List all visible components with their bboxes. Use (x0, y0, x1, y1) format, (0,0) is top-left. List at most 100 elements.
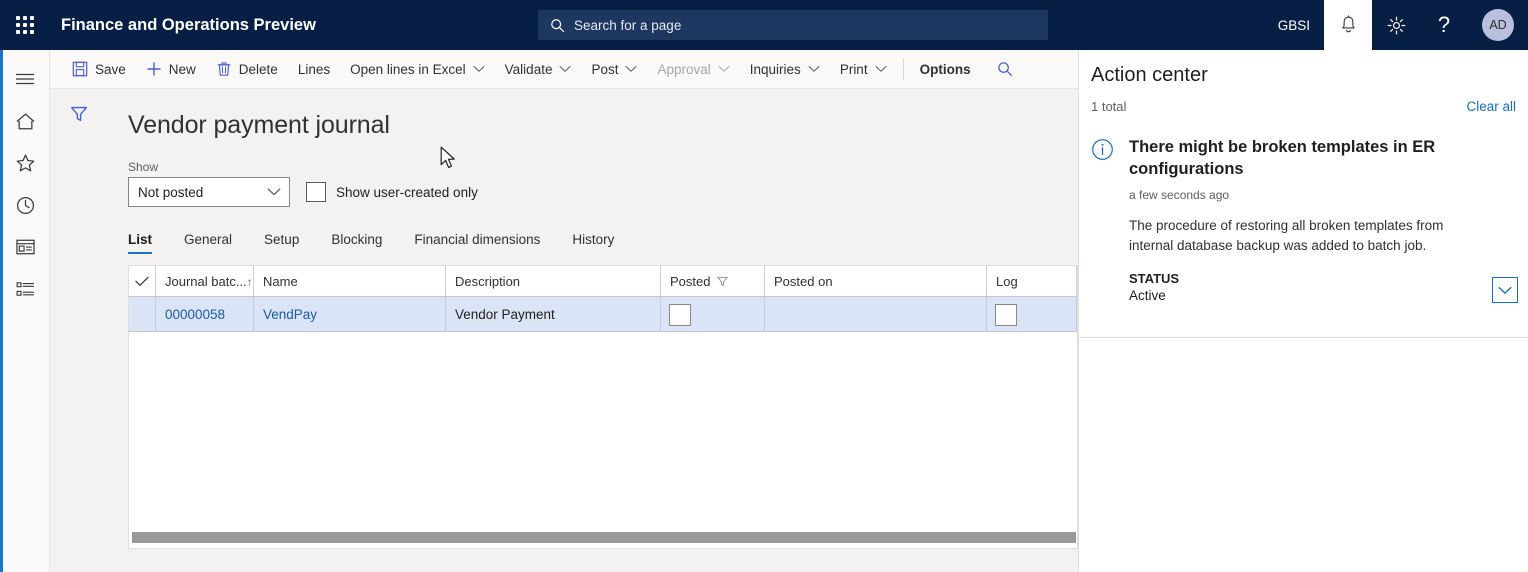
chevron-down-icon[interactable] (1492, 277, 1518, 304)
list-icon[interactable] (0, 268, 50, 310)
command-label: Approval (657, 61, 711, 77)
status-badge: Active (1129, 288, 1166, 304)
command-label: Open lines in Excel (350, 61, 466, 77)
show-filter-row: Not posted Show user-created only (128, 177, 1078, 207)
notification-body: There might be broken templates in ER co… (1129, 136, 1516, 303)
command-label: Save (95, 61, 126, 77)
question-mark-icon[interactable]: ? (1420, 0, 1468, 50)
scrollbar-thumb[interactable] (132, 531, 1076, 543)
home-icon[interactable] (0, 100, 50, 142)
column-header-posted[interactable]: Posted (661, 266, 765, 297)
global-search-input[interactable]: Search for a page (538, 10, 1048, 40)
filter-strip (50, 89, 108, 572)
column-header-log[interactable]: Log (987, 266, 1077, 297)
left-navigation-rail (0, 50, 50, 572)
command-lines[interactable]: Lines (288, 50, 340, 89)
filter-funnel-icon[interactable] (64, 99, 94, 129)
column-header-label: Description (455, 274, 521, 289)
chevron-down-icon (808, 65, 820, 73)
notification-timestamp: a few seconds ago (1129, 188, 1230, 203)
show-field-label: Show (128, 160, 159, 174)
user-avatar-button[interactable]: AD (1468, 0, 1528, 50)
cell-posted-on (765, 297, 987, 332)
tab-blocking[interactable]: Blocking (331, 232, 396, 254)
show-dropdown[interactable]: Not posted (128, 177, 290, 207)
show-user-created-only-checkbox[interactable]: Show user-created only (306, 182, 478, 202)
global-search-placeholder: Search for a page (574, 17, 682, 33)
tab-setup[interactable]: Setup (264, 232, 313, 254)
notification-item[interactable]: There might be broken templates in ER co… (1091, 136, 1518, 304)
hamburger-menu-icon[interactable] (0, 58, 50, 100)
column-header-name[interactable]: Name (254, 266, 446, 297)
command-save[interactable]: Save (62, 50, 136, 89)
tab-financial-dimensions[interactable]: Financial dimensions (414, 232, 554, 254)
command-post[interactable]: Post (581, 50, 647, 89)
column-header-label: Posted on (774, 274, 833, 289)
cell-log[interactable] (987, 297, 1077, 332)
cell-text: 00000058 (165, 307, 226, 322)
page-body: Vendor payment journal Show Not posted S… (128, 89, 1078, 572)
app-launcher-icon[interactable] (0, 0, 50, 50)
sort-ascending-arrow-icon: ↑ (246, 274, 253, 289)
column-header-label: Posted (670, 274, 711, 289)
notification-count: 1 total (1091, 99, 1127, 114)
command-label: Delete (238, 61, 278, 77)
star-icon[interactable] (0, 142, 50, 184)
action-center-title: Action center (1091, 64, 1208, 86)
notification-divider (1079, 337, 1528, 338)
row-select-cell[interactable] (129, 297, 156, 332)
plus-icon (146, 61, 162, 77)
clear-all-button[interactable]: Clear all (1466, 99, 1516, 114)
column-header-label: Log (996, 274, 1018, 289)
column-header-label: Name (263, 274, 298, 289)
tab-list[interactable]: List (128, 232, 166, 254)
grid-header-row: Journal batc... ↑ Name Description Posted Pos… (129, 266, 1077, 297)
notification-description: The procedure of restoring all broken te… (1129, 218, 1444, 253)
checkbox-posted[interactable] (669, 303, 691, 326)
app-launcher-grid (16, 16, 34, 34)
cell-journal-batch-number[interactable]: 00000058 (156, 297, 254, 332)
filter-funnel-icon[interactable] (716, 275, 729, 288)
company-selector[interactable]: GBSI (1264, 0, 1324, 50)
save-icon (72, 61, 88, 77)
command-new[interactable]: New (136, 50, 206, 89)
cell-text: Vendor Payment (455, 307, 555, 322)
page-content: Vendor payment journal Show Not posted S… (50, 89, 1078, 572)
cell-posted[interactable] (661, 297, 765, 332)
gear-icon[interactable] (1372, 0, 1420, 50)
tab-history[interactable]: History (572, 232, 628, 254)
command-open-lines-in-excel[interactable]: Open lines in Excel (340, 50, 495, 89)
show-user-created-only-label: Show user-created only (336, 184, 478, 200)
command-bar-separator (902, 58, 904, 80)
command-bar-search-icon[interactable] (981, 50, 1023, 89)
top-nav-right-cluster: GBSI ? AD (1264, 0, 1528, 50)
select-all-column-header[interactable] (129, 266, 156, 297)
command-print[interactable]: Print (830, 50, 897, 89)
table-row[interactable]: 00000058 VendPay Vendor Payment (129, 297, 1077, 332)
command-bar: Save New Delete Lines Open lines in Excel Val… (50, 50, 1078, 89)
chevron-down-icon (718, 65, 730, 73)
column-header-journal-batc-[interactable]: Journal batc... ↑ (156, 266, 254, 297)
workspace-icon[interactable] (0, 226, 50, 268)
horizontal-scrollbar[interactable] (129, 526, 1077, 548)
show-dropdown-value: Not posted (138, 184, 204, 200)
chevron-down-icon (267, 188, 281, 197)
action-center-panel: Action center 1 total Clear all There mi… (1078, 50, 1528, 572)
bell-icon[interactable] (1324, 0, 1372, 50)
tab-general[interactable]: General (184, 232, 246, 254)
command-validate[interactable]: Validate (495, 50, 582, 89)
column-header-description[interactable]: Description (446, 266, 661, 297)
command-label: Options (919, 61, 971, 77)
command-delete[interactable]: Delete (206, 50, 288, 89)
column-header-posted-on[interactable]: Posted on (765, 266, 987, 297)
command-inquiries[interactable]: Inquiries (740, 50, 830, 89)
command-label: Print (839, 61, 868, 77)
info-circle-icon (1091, 136, 1129, 303)
cell-name[interactable]: VendPay (254, 297, 446, 332)
checkbox-log[interactable] (995, 303, 1017, 326)
checkbox-box (306, 182, 326, 202)
clock-icon[interactable] (0, 184, 50, 226)
command-label: Validate (504, 61, 553, 77)
command-options[interactable]: Options (910, 50, 981, 89)
command-approval: Approval (647, 50, 739, 89)
